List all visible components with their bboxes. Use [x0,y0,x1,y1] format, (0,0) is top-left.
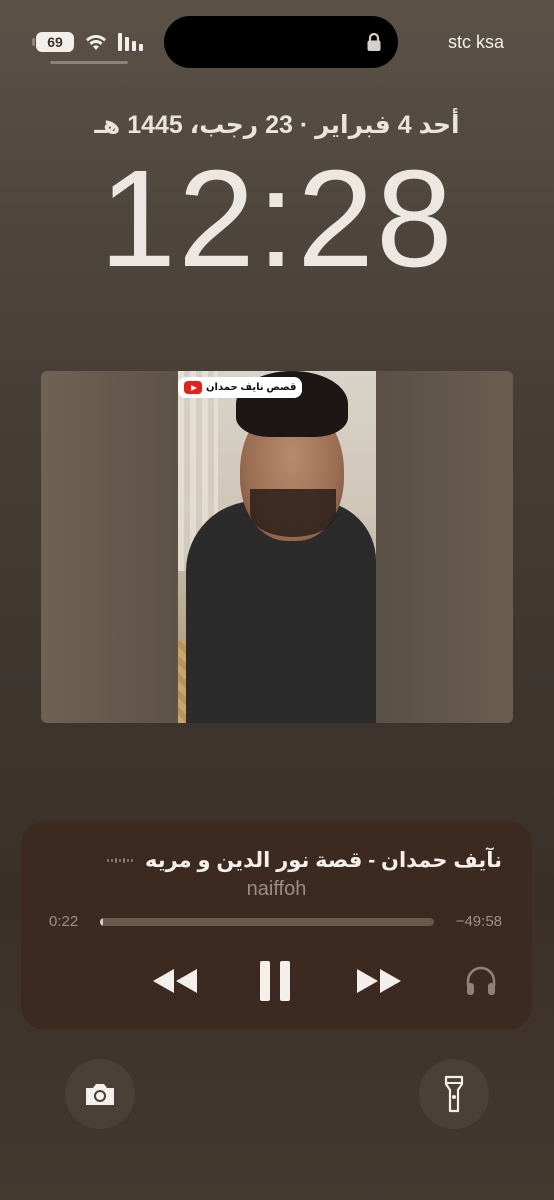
battery-indicator: 69 [32,32,74,52]
channel-label-text: قصص نايف حمدان [206,382,297,393]
track-title-row: نآيف حمدان - قصة نور الدين و مريه [55,847,502,873]
remaining-time: −49:58 [455,913,502,930]
headphones-icon [466,966,496,995]
status-underline [50,61,128,64]
progress-scrubber[interactable] [100,918,434,926]
rewind-button[interactable] [149,961,201,1001]
video-frame: قصص نايف حمدان [178,371,376,723]
wifi-icon [86,34,106,50]
dynamic-island [164,16,398,68]
person-beard [250,489,336,537]
status-bar-left: 69 [32,32,143,52]
video-artwork[interactable]: قصص نايف حمدان [41,371,513,723]
audio-output-button[interactable] [461,961,501,1001]
rewind-icon [153,969,197,993]
lock-icon [367,32,381,51]
lock-screen-time: 12:28 [99,142,455,296]
progress-fill [100,918,103,926]
track-artist: naiffoh [246,878,307,900]
channel-watermark: قصص نايف حمدان [178,377,303,398]
flashlight-icon [444,1075,464,1113]
camera-button[interactable] [65,1059,135,1129]
fast-forward-icon [357,969,401,993]
flashlight-button[interactable] [419,1059,489,1129]
pause-icon [260,961,290,1001]
track-title: نآيف حمدان - قصة نور الدين و مريه [144,848,502,872]
lock-screen-date: أحد 4 فبراير · 23 رجب، 1445 هـ [94,111,460,139]
fast-forward-button[interactable] [353,961,405,1001]
elapsed-time: 0:22 [49,913,79,930]
now-playing-widget[interactable]: نآيف حمدان - قصة نور الدين و مريه naiffo… [21,821,532,1030]
cellular-signal-icon [118,33,143,51]
pause-button[interactable] [253,961,297,1001]
youtube-icon [184,381,202,394]
playback-controls [21,961,532,1001]
camera-icon [86,1084,114,1105]
carrier-name: stc ksa [447,32,504,52]
waveform-icon [106,853,133,867]
